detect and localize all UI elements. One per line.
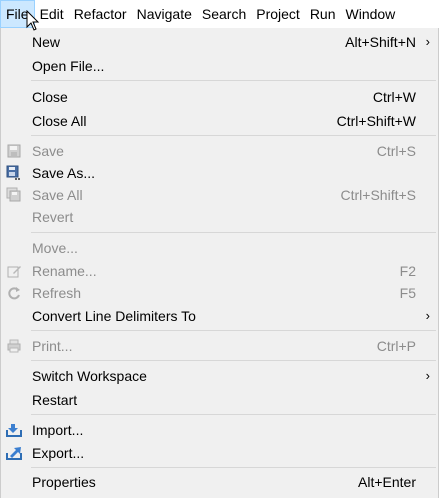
- menu-item-save-as[interactable]: Save As...: [1, 162, 438, 184]
- floppy-disk-icon: [6, 143, 22, 159]
- rename-icon: [6, 263, 22, 279]
- menu-item-shortcut: F5: [399, 285, 416, 301]
- menu-item-revert[interactable]: Revert: [1, 206, 438, 228]
- menu-separator: [31, 360, 436, 361]
- menu-item-label: Convert Line Delimiters To: [32, 308, 196, 324]
- menu-separator: [31, 330, 436, 331]
- menu-item-close-all[interactable]: Close All Ctrl+Shift+W: [1, 110, 438, 132]
- menu-item-shortcut: Ctrl+S: [376, 143, 416, 159]
- menu-item-print[interactable]: Print... Ctrl+P: [1, 335, 438, 357]
- menubar-refactor[interactable]: Refactor: [69, 0, 132, 28]
- menu-item-shortcut: Ctrl+W: [372, 89, 416, 105]
- menu-item-close[interactable]: Close Ctrl+W: [1, 86, 438, 108]
- menu-item-export[interactable]: Export...: [1, 442, 438, 464]
- menu-item-shortcut: Alt+Enter: [358, 474, 416, 490]
- menu-separator: [31, 467, 436, 468]
- menu-item-rename[interactable]: Rename... F2: [1, 260, 438, 282]
- menubar-window[interactable]: Window: [341, 0, 401, 28]
- menu-item-label: Close All: [32, 113, 87, 129]
- menubar-project[interactable]: Project: [251, 0, 305, 28]
- save-all-icon: [6, 187, 22, 203]
- menu-item-shortcut: Ctrl+Shift+W: [336, 113, 416, 129]
- menu-item-shortcut: Ctrl+Shift+S: [340, 187, 416, 203]
- menu-item-label: Save: [32, 143, 64, 159]
- chevron-right-icon: ›: [425, 308, 430, 323]
- menu-item-properties[interactable]: Properties Alt+Enter: [1, 471, 438, 493]
- mouse-pointer-icon: [26, 10, 40, 31]
- export-icon: [6, 445, 22, 461]
- menu-separator: [31, 232, 436, 233]
- menu-item-save-all[interactable]: Save All Ctrl+Shift+S: [1, 184, 438, 206]
- menu-item-shortcut: Ctrl+P: [376, 338, 416, 354]
- menu-item-label: Move...: [32, 240, 78, 256]
- printer-icon: [6, 338, 22, 354]
- menu-item-label: Save All: [32, 187, 83, 203]
- menu-item-shortcut: Alt+Shift+N: [345, 34, 416, 50]
- menu-item-label: New: [32, 34, 61, 50]
- menu-item-label: Restart: [32, 392, 78, 408]
- menu-item-label: Print...: [32, 338, 73, 354]
- refresh-icon: [6, 285, 22, 301]
- menu-item-label: Properties: [32, 474, 96, 490]
- menu-item-label: Export...: [32, 445, 85, 461]
- menubar-search[interactable]: Search: [197, 0, 251, 28]
- chevron-right-icon: ›: [425, 368, 430, 383]
- save-as-icon: [6, 165, 22, 181]
- menu-item-label: Save As...: [32, 165, 96, 181]
- menu-item-switch-workspace[interactable]: Switch Workspace ›: [1, 365, 438, 387]
- menu-item-import[interactable]: Import...: [1, 419, 438, 441]
- menu-item-label: Close: [32, 89, 68, 105]
- menu-item-refresh[interactable]: Refresh F5: [1, 282, 438, 304]
- menu-item-save[interactable]: Save Ctrl+S: [1, 140, 438, 162]
- menu-item-label: Refresh: [32, 285, 82, 301]
- menubar-navigate[interactable]: Navigate: [132, 0, 197, 28]
- menu-separator: [31, 135, 436, 136]
- menu-separator: [31, 80, 436, 81]
- file-menu-dropdown: New Alt+Shift+N › Open File... Close Ctr…: [0, 28, 439, 498]
- menu-item-label: Rename...: [32, 263, 97, 279]
- menu-item-shortcut: F2: [399, 263, 416, 279]
- menubar-run[interactable]: Run: [305, 0, 341, 28]
- menu-item-new[interactable]: New Alt+Shift+N ›: [1, 31, 438, 53]
- menu-separator: [31, 414, 436, 415]
- menu-item-move[interactable]: Move...: [1, 237, 438, 259]
- menu-item-open-file[interactable]: Open File...: [1, 55, 438, 77]
- menu-item-restart[interactable]: Restart: [1, 389, 438, 411]
- menu-item-label: Import...: [32, 422, 84, 438]
- import-icon: [6, 422, 22, 438]
- menu-item-convert-line-delimiters[interactable]: Convert Line Delimiters To ›: [1, 305, 438, 327]
- menu-item-label: Open File...: [32, 58, 105, 74]
- menu-item-label: Revert: [32, 209, 74, 225]
- chevron-right-icon: ›: [425, 34, 430, 49]
- menu-bar: File Edit Refactor Navigate Search Proje…: [0, 0, 439, 28]
- menu-item-label: Switch Workspace: [32, 368, 147, 384]
